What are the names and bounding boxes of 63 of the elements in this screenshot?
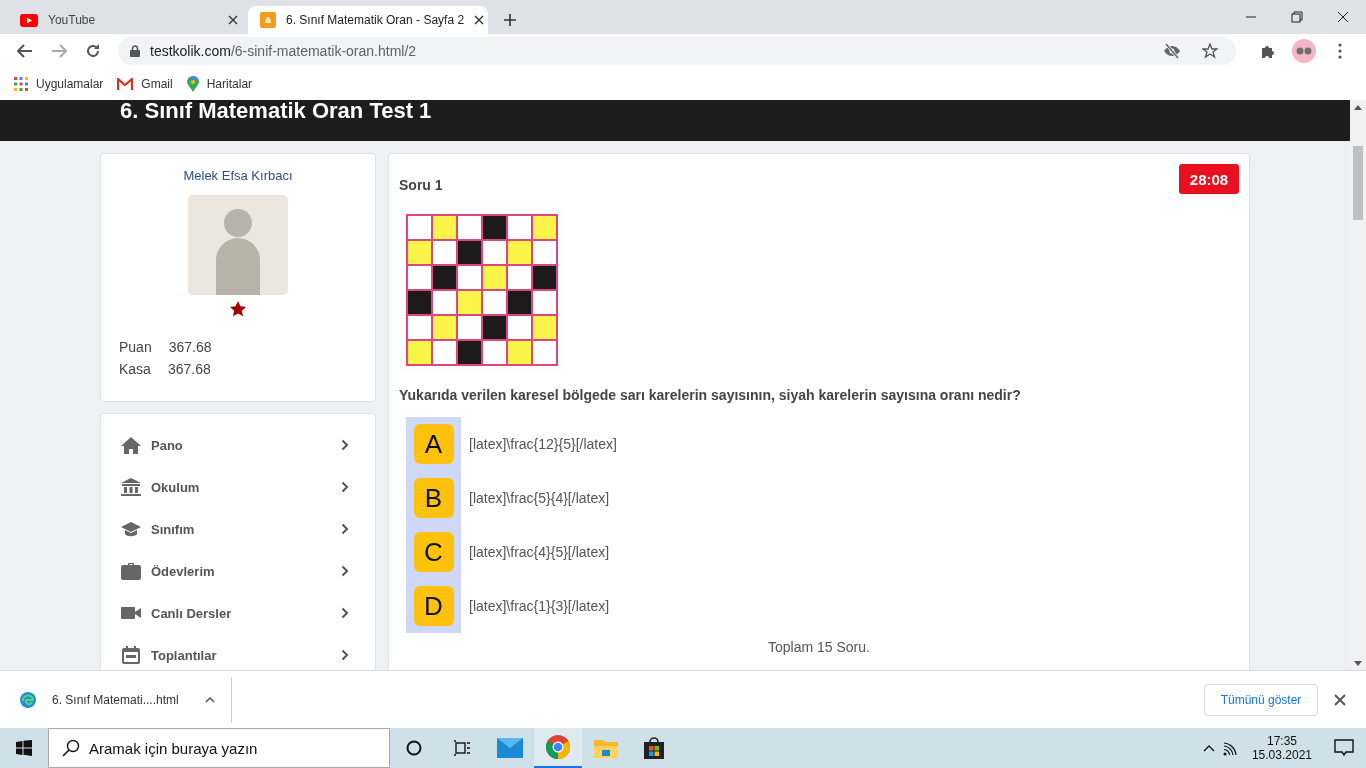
bookmark[interactable]: Uygulamalar [14, 77, 104, 91]
menu-item[interactable]: Pano [121, 424, 375, 466]
video-camera-icon [121, 604, 141, 622]
menu-item[interactable]: Okulum [121, 466, 375, 508]
briefcase-icon [121, 562, 141, 580]
page-title: 6. Sınıf Matematik Oran Test 1 [120, 100, 432, 124]
menu-item[interactable]: Sınıfım [121, 508, 375, 550]
question-count: Toplam 15 Soru. [767, 639, 871, 655]
lock-icon [130, 45, 140, 57]
question-number: Soru 1 [399, 177, 443, 193]
calendar-icon [121, 646, 141, 664]
answer-option-text: [latex]\frac{12}{5}[/latex] [469, 436, 617, 452]
download-item[interactable]: 6. Sınıf Matemati....html [0, 677, 232, 722]
taskbar-search-field[interactable]: Aramak için buraya yazın [48, 728, 390, 768]
play-icon [20, 13, 38, 27]
stat-label: Puan [119, 339, 152, 355]
chevron-right-icon [341, 439, 349, 451]
answer-option-button[interactable]: A [413, 424, 454, 464]
bookmark[interactable]: Haritalar [186, 76, 253, 92]
bookmark[interactable]: Gmail [117, 77, 173, 91]
close-icon[interactable] [228, 15, 238, 25]
question-text: Yukarıda verilen karesel bölgede sarı karelerin sayısının, siyah karelerin sayısına oranı nedir? [399, 387, 1022, 403]
menu-item[interactable]: Ödevlerim [121, 550, 375, 592]
caret-up-icon[interactable] [204, 696, 215, 703]
graduation-cap-icon [121, 520, 141, 538]
mail-icon [117, 78, 134, 90]
search-icon [62, 739, 80, 757]
user-name[interactable]: Melek Efsa Kırbacı [183, 168, 293, 183]
answer-option-text: [latex]\frac{4}{5}[/latex] [469, 544, 610, 560]
chevron-right-icon [341, 649, 349, 661]
browser-tab[interactable]: 6. Sınıf Matematik Oran - Sayfa 2 [248, 6, 488, 34]
chevron-right-icon [341, 565, 349, 577]
answer-option-button[interactable]: D [413, 586, 454, 626]
menu-item[interactable]: Toplantılar [121, 634, 375, 670]
address-bar[interactable]: testkolik.com/6-sinif-matematik-oran.html/2 [118, 37, 1236, 65]
star-icon [230, 301, 246, 317]
stat-label: Kasa [119, 361, 151, 377]
clock-time[interactable]: 17:35 [1266, 734, 1297, 748]
site-icon [260, 12, 276, 28]
chevron-right-icon [341, 607, 349, 619]
menu-item[interactable]: Canlı Dersler [121, 592, 375, 634]
chevron-right-icon [341, 523, 349, 535]
chevron-right-icon [341, 481, 349, 493]
stat-value: 367.68 [167, 361, 211, 377]
scroll-thumb[interactable] [1353, 146, 1363, 220]
browser-logo-icon [20, 691, 36, 708]
show-all-button[interactable]: Tümünü göster [1204, 683, 1318, 716]
answer-option-button[interactable]: C [413, 532, 454, 572]
home-icon [121, 436, 141, 454]
answer-option-text: [latex]\frac{5}{4}[/latex] [469, 490, 610, 506]
map-pin-icon [186, 76, 199, 92]
answer-option-text: [latex]\frac{1}{3}[/latex] [469, 598, 610, 614]
clock-date[interactable]: 15.03.2021 [1251, 748, 1312, 762]
stat-value: 367.68 [168, 339, 212, 355]
chrome-icon[interactable] [534, 728, 582, 768]
close-icon[interactable] [474, 15, 485, 25]
bank-icon [121, 478, 141, 496]
scrollbar[interactable] [1350, 100, 1366, 670]
address-text: testkolik.com/6-sinif-matematik-oran.html/2 [150, 43, 417, 59]
browser-tab[interactable]: YouTube [8, 6, 248, 34]
apps-grid-icon [14, 77, 28, 91]
countdown-timer: 28:08 [1179, 164, 1239, 194]
answer-option-button[interactable]: B [413, 478, 454, 518]
